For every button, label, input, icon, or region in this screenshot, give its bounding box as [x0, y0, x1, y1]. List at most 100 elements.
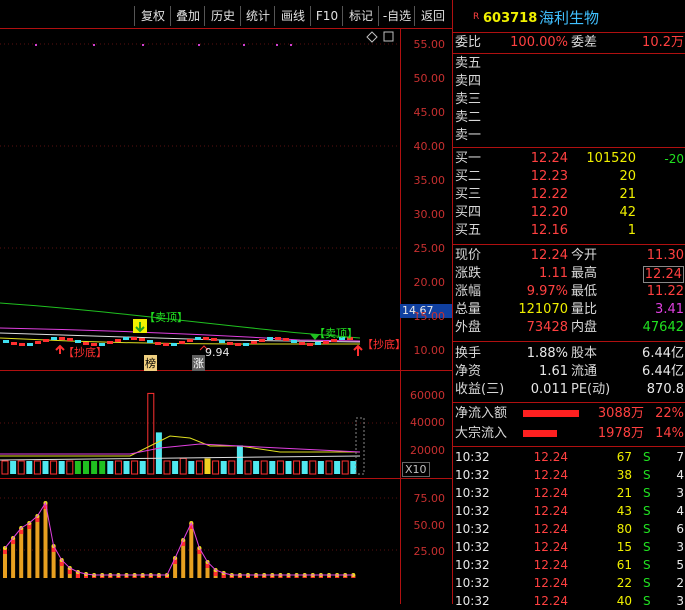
- ask-row: 卖四: [453, 73, 685, 91]
- weibi-value: 100.00%: [510, 35, 568, 50]
- sell-top-label-2: 【卖顶】: [314, 327, 358, 340]
- candle: [251, 341, 257, 344]
- ask-label: 卖一: [455, 128, 482, 143]
- tick-row: 10:32 12.24 21 S 3: [455, 486, 684, 500]
- ask-row: 卖二: [453, 109, 685, 127]
- volume-bar: [179, 457, 187, 475]
- outer-value: 73428: [526, 320, 568, 335]
- bid-row: 买二 12.23 20: [453, 168, 685, 186]
- diamond-icon: [366, 31, 378, 43]
- bid-price: 12.22: [530, 187, 568, 202]
- turnover-label: 换手: [455, 346, 482, 361]
- volume-bar: [74, 461, 81, 474]
- candle: [59, 337, 65, 340]
- draw-line-button[interactable]: 画线: [274, 6, 311, 26]
- stock-code: 603718: [483, 11, 538, 26]
- pe-label: PE(动): [571, 382, 611, 397]
- volume-bar: [212, 460, 220, 475]
- indicator-tick: 25.00: [413, 545, 446, 558]
- volume-bar: [163, 460, 171, 475]
- share-capital-label: 股本: [571, 346, 598, 361]
- volume-bar: [341, 460, 349, 475]
- volume-bar: [147, 392, 155, 475]
- price-tick: 50.00: [413, 72, 446, 85]
- candle: [139, 338, 145, 341]
- chart-toolbar: 复权 叠加 历史 统计 画线 F10 标记 -自选 返回: [0, 6, 452, 28]
- candle: [299, 342, 305, 345]
- volume-bar: [17, 460, 25, 475]
- ask-row: 卖三: [453, 91, 685, 109]
- bid-change: -20: [664, 152, 684, 166]
- bid-row: 买五 12.16 1: [453, 222, 685, 240]
- volume-bar: [276, 460, 284, 475]
- net-inflow-bar: [523, 410, 579, 417]
- indicator-bar: [35, 516, 40, 578]
- volume-bar: [236, 445, 243, 474]
- outer-label: 外盘: [455, 320, 482, 335]
- stock-name: 海利生物: [539, 9, 600, 27]
- inner-value: 47642: [642, 320, 684, 335]
- quote-row: 涨跌 1.11 最高 12.24: [453, 265, 685, 283]
- volume-bar: [317, 461, 324, 474]
- bang-badge[interactable]: 榜: [144, 355, 157, 371]
- stats-button[interactable]: 统计: [240, 6, 275, 26]
- sell-top-label: 【卖顶】: [144, 311, 188, 324]
- zhang-badge[interactable]: 涨: [192, 355, 205, 371]
- buy-bottom-label: 【抄底】: [63, 346, 107, 359]
- block-inflow-label: 大宗流入: [455, 426, 508, 441]
- bid-price: 12.24: [530, 151, 568, 166]
- bid-label: 买三: [455, 187, 482, 202]
- block-inflow-pct: 14%: [655, 426, 684, 441]
- volume-bar: [309, 460, 317, 475]
- price-tick: 40.00: [413, 140, 446, 153]
- volume-bar: [350, 461, 357, 474]
- candle: [3, 340, 9, 343]
- pe-value: 870.8: [646, 382, 684, 397]
- mark-button[interactable]: 标记: [342, 6, 379, 26]
- overlay-button[interactable]: 叠加: [170, 6, 205, 26]
- price-tick: 30.00: [413, 208, 446, 221]
- ask-label: 卖三: [455, 92, 482, 107]
- candle: [195, 337, 201, 340]
- bid-label: 买五: [455, 223, 482, 238]
- candle: [235, 343, 241, 346]
- price-label: 现价: [455, 248, 482, 263]
- candle: [275, 337, 281, 340]
- restore-rights-button[interactable]: 复权: [134, 6, 171, 26]
- back-button[interactable]: 返回: [414, 6, 451, 26]
- candle: [27, 343, 33, 346]
- high-value: 12.24: [642, 266, 684, 283]
- price-value: 12.24: [530, 248, 568, 263]
- candle: [259, 339, 265, 342]
- volume-bar: [26, 461, 33, 474]
- price-tick: 20.00: [413, 276, 446, 289]
- fund-row: 换手 1.88% 股本 6.44亿: [453, 345, 685, 363]
- tick-row: 10:32 12.24 40 S 3: [455, 594, 684, 608]
- f10-button[interactable]: F10: [310, 6, 343, 26]
- price-tick: 35.00: [413, 174, 446, 187]
- total-volume-value: 121070: [518, 302, 568, 317]
- low-value: 11.22: [646, 284, 684, 299]
- history-button[interactable]: 历史: [204, 6, 241, 26]
- volume-bar: [188, 461, 195, 474]
- eps-label: 收益(三): [455, 382, 505, 397]
- net-assets-value: 1.61: [539, 364, 568, 379]
- tick-row: 10:32 12.24 43 S 4: [455, 504, 684, 518]
- bid-volume: 20: [619, 169, 636, 184]
- remove-favorite-button[interactable]: -自选: [378, 6, 415, 26]
- candle: [171, 343, 177, 346]
- candle: [227, 342, 233, 345]
- chart-area[interactable]: 55.00 50.00 45.00 40.00 35.00 30.00 25.0…: [0, 28, 452, 604]
- volume-bar: [269, 461, 276, 474]
- volume-bar: [293, 460, 301, 475]
- change-pct-value: 9.97%: [526, 284, 568, 299]
- candle: [43, 339, 49, 342]
- kline-svg: [0, 28, 452, 604]
- indicator-tick: 50.00: [413, 519, 446, 532]
- volume-bar: [10, 461, 17, 474]
- low-price-label: 9.94: [205, 346, 230, 359]
- volume-bar: [91, 461, 98, 474]
- fund-row: 净资 1.61 流通 6.44亿: [453, 363, 685, 381]
- bid-label: 买二: [455, 169, 482, 184]
- open-value: 11.30: [646, 248, 684, 263]
